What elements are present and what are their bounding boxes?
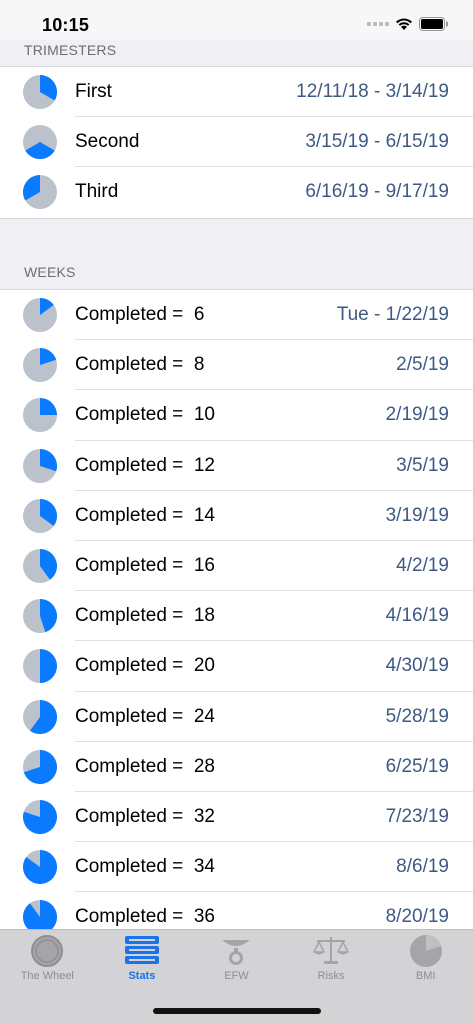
row-label: Completed = 6 — [75, 304, 205, 325]
tab-label: EFW — [224, 970, 249, 982]
list-row[interactable]: Completed = 20 4/30/19 — [0, 641, 473, 692]
progress-pie-icon — [23, 448, 57, 483]
progress-pie-icon — [23, 298, 57, 332]
scale-icon — [222, 940, 251, 965]
tab-label: Stats — [128, 970, 156, 982]
weeks-header: WEEKS — [24, 264, 76, 280]
row-date: 3/19/19 — [385, 504, 449, 526]
list-row[interactable]: Completed = 14 3/19/19 — [0, 491, 473, 541]
list-row[interactable]: Completed = 16 4/2/19 — [0, 541, 473, 592]
tab-stats[interactable]: Stats — [95, 930, 190, 990]
row-label: Second — [75, 131, 140, 153]
tab-label: BMI — [415, 970, 436, 982]
row-label: Completed = 36 — [75, 906, 215, 928]
row-label: Completed = 20 — [75, 655, 215, 677]
row-date: 12/11/18 - 3/14/19 — [296, 81, 449, 102]
progress-pie-icon — [23, 599, 57, 634]
stats-icon — [124, 936, 159, 964]
progress-pie-icon — [23, 850, 57, 885]
row-label: Third — [75, 181, 119, 203]
list-row[interactable]: Completed = 34 8/6/19 — [0, 842, 473, 893]
row-date: 8/20/19 — [385, 906, 449, 928]
row-label: Completed = 12 — [75, 454, 215, 476]
row-date: 2/19/19 — [385, 404, 449, 426]
row-label: Completed = 28 — [75, 755, 215, 777]
list-row[interactable]: Completed = 18 4/16/19 — [0, 591, 473, 642]
bmi-pie-icon — [409, 935, 442, 967]
row-label: Completed = 34 — [75, 856, 215, 878]
list-row[interactable]: First 12/11/18 - 3/14/19 — [0, 67, 473, 118]
list-row[interactable]: Completed = 10 2/19/19 — [0, 390, 473, 441]
progress-pie-icon — [23, 398, 57, 433]
status-bar: 10:15 — [0, 0, 473, 40]
progress-pie-icon — [23, 125, 57, 160]
status-time: 10:15 — [42, 15, 90, 35]
progress-pie-icon — [23, 348, 57, 383]
row-label: Completed = 16 — [75, 554, 215, 576]
list-row[interactable]: Completed = 12 3/5/19 — [0, 441, 473, 491]
progress-pie-icon — [23, 548, 57, 583]
balance-icon — [312, 937, 350, 964]
battery-icon — [419, 17, 448, 31]
list-row[interactable]: Completed = 8 2/5/19 — [0, 340, 473, 391]
row-date: 4/2/19 — [396, 554, 449, 576]
row-label: Completed = 32 — [75, 805, 215, 827]
wifi-icon — [396, 18, 412, 30]
tab-bmi[interactable]: BMI — [378, 930, 473, 990]
home-indicator — [153, 1008, 321, 1014]
progress-pie-icon — [23, 699, 57, 734]
pie-wedge — [40, 398, 57, 416]
list-row[interactable]: Completed = 24 5/28/19 — [0, 692, 473, 742]
row-date: 6/16/19 - 9/17/19 — [305, 181, 449, 203]
list-row[interactable]: Completed = 6 Tue - 1/22/19 — [0, 290, 473, 341]
pie-wedge — [40, 649, 57, 684]
status-icons — [367, 14, 449, 34]
tab-efw[interactable]: EFW — [189, 930, 284, 990]
progress-pie-icon — [23, 649, 57, 684]
signal-icon — [367, 22, 389, 26]
trimesters-list: First 12/11/18 - 3/14/19 Second 3/15/19 - 6… — [0, 66, 473, 219]
list-row[interactable]: Completed = 28 6/25/19 — [0, 742, 473, 792]
tab-risks[interactable]: Risks — [284, 930, 379, 990]
row-date: 4/30/19 — [385, 655, 449, 677]
weeks-list: Completed = 6 Tue - 1/22/19 Completed = 8 2… — [0, 289, 473, 943]
list-row[interactable]: Second 3/15/19 - 6/15/19 — [0, 117, 473, 168]
progress-pie-icon — [23, 749, 57, 784]
row-label: Completed = 24 — [75, 705, 215, 727]
row-date: 3/5/19 — [396, 454, 449, 476]
row-date: Tue - 1/22/19 — [336, 304, 449, 325]
row-date: 6/25/19 — [385, 755, 449, 777]
row-date: 4/16/19 — [385, 605, 449, 627]
wheel-icon — [31, 935, 64, 967]
list-row[interactable]: Completed = 32 7/23/19 — [0, 792, 473, 843]
progress-pie-icon — [23, 799, 57, 834]
row-label: Completed = 18 — [75, 605, 215, 627]
row-date: 8/6/19 — [396, 856, 449, 878]
row-label: Completed = 14 — [75, 504, 215, 526]
progress-pie-icon — [23, 75, 57, 109]
list-row[interactable]: Third 6/16/19 - 9/17/19 — [0, 167, 473, 217]
progress-pie-icon — [23, 175, 57, 210]
tab-label: Risks — [317, 970, 345, 982]
tab-the-wheel[interactable]: The Wheel — [0, 930, 95, 990]
row-date: 2/5/19 — [396, 354, 449, 376]
tab-label: The Wheel — [20, 970, 74, 982]
progress-pie-icon — [23, 498, 57, 533]
row-label: Completed = 8 — [75, 354, 205, 376]
row-date: 7/23/19 — [385, 805, 449, 827]
row-label: First — [75, 81, 112, 102]
trimesters-header: TRIMESTERS — [24, 42, 117, 58]
row-date: 5/28/19 — [385, 705, 449, 727]
row-date: 3/15/19 - 6/15/19 — [305, 131, 449, 153]
row-label: Completed = 10 — [75, 404, 215, 426]
